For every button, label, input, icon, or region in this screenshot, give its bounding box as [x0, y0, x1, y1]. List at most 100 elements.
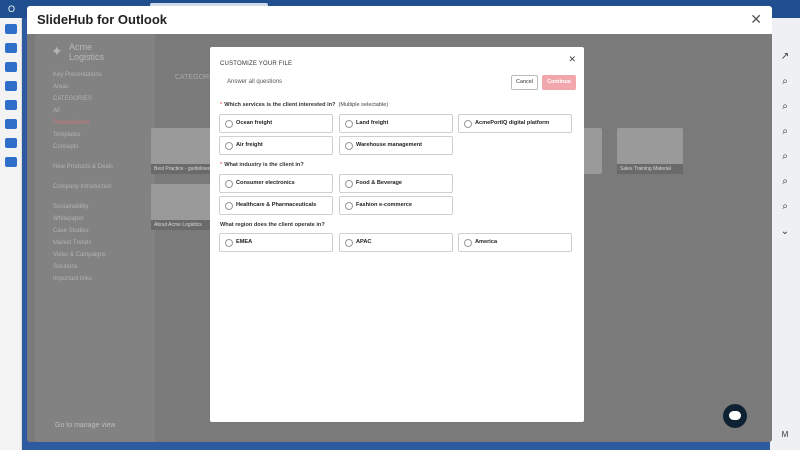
checkbox[interactable] [225, 142, 233, 150]
checkbox[interactable] [464, 120, 472, 128]
bg-card-caption: Best Practice - guidelines [151, 164, 217, 174]
bg-logo: ✦ Acme Logistics [51, 42, 104, 62]
option-america[interactable]: America [458, 233, 572, 252]
option-consumer-electronics[interactable]: Consumer electronics [219, 174, 333, 193]
checkbox[interactable] [345, 142, 353, 150]
option-label: AcmePortIQ digital platform [475, 120, 550, 126]
bg-nav-item: CATEGORIES [53, 96, 92, 102]
question-services: * Which services is the client interested… [220, 102, 388, 108]
search-icon[interactable]: ⌕ [774, 123, 796, 141]
radio[interactable] [345, 239, 353, 247]
search-icon[interactable]: ⌕ [774, 173, 796, 191]
option-warehouse-management[interactable]: Warehouse management [339, 136, 453, 155]
option-apac[interactable]: APAC [339, 233, 453, 252]
window-header: SlideHub for Outlook ✕ [27, 6, 772, 34]
option-label: Fashion e-commerce [356, 202, 412, 208]
org-icon[interactable] [5, 119, 17, 129]
search-icon[interactable]: ⌕ [774, 98, 796, 116]
bg-sidebar: ✦ Acme Logistics Key Presentations Areas… [35, 34, 155, 442]
bg-manage-view-link: Go to manage view [55, 422, 116, 429]
option-label: Consumer electronics [236, 180, 295, 186]
bg-nav-item: Concepts [53, 144, 79, 150]
files-icon[interactable] [5, 100, 17, 110]
bg-nav-item: All [53, 108, 60, 114]
bg-card: Sales Training Material [617, 128, 683, 174]
bg-nav-item: Sustainability [53, 204, 89, 210]
option-label: Food & Beverage [356, 180, 403, 186]
bg-nav-item: Whitepaper [53, 216, 84, 222]
radio[interactable] [464, 239, 472, 247]
bg-nav-item: Market Trends [53, 240, 92, 246]
option-land-freight[interactable]: Land freight [339, 114, 453, 133]
bg-card-caption: Sales Training Material [617, 164, 683, 174]
expand-icon[interactable]: ↗ [774, 48, 796, 66]
option-label: Ocean freight [236, 120, 273, 126]
chevron-down-icon[interactable]: ⌄ [774, 223, 796, 241]
logo-icon: ✦ [51, 43, 63, 59]
option-ocean-freight[interactable]: Ocean freight [219, 114, 333, 133]
option-label: Land freight [356, 120, 389, 126]
continue-button[interactable]: Continue [542, 75, 576, 90]
search-icon[interactable]: ⌕ [774, 198, 796, 216]
teams-icon[interactable] [5, 138, 17, 148]
option-fashion-ecommerce[interactable]: Fashion e-commerce [339, 196, 453, 215]
option-label: Air freight [236, 142, 263, 148]
bg-nav-item: Case Studies [53, 228, 89, 234]
option-emea[interactable]: EMEA [219, 233, 333, 252]
outlook-right-rail: ↗ ⌕ ⌕ ⌕ ⌕ ⌕ ⌕ ⌄ M [770, 18, 800, 450]
customize-file-modal: CUSTOMIZE YOUR FILE ✕ Answer all questio… [210, 47, 584, 422]
radio[interactable] [345, 202, 353, 210]
bg-nav-item: Key Presentations [53, 72, 102, 78]
people-icon[interactable] [5, 62, 17, 72]
bg-nav-item: Important links [53, 276, 93, 282]
bg-card: Best Practice - guidelines [151, 128, 217, 174]
close-icon[interactable]: ✕ [568, 54, 576, 65]
option-label: APAC [356, 239, 372, 245]
bg-card: About Acme Logistics [151, 184, 217, 230]
radio[interactable] [225, 202, 233, 210]
outlook-app-letter: O [8, 4, 16, 14]
option-healthcare-pharma[interactable]: Healthcare & Pharmaceuticals [219, 196, 333, 215]
bg-nav-item: Video & Campaigns [53, 252, 106, 258]
cancel-button[interactable]: Cancel [511, 75, 538, 90]
option-acmeportiq[interactable]: AcmePortIQ digital platform [458, 114, 572, 133]
apps-icon[interactable] [5, 157, 17, 167]
bg-card [582, 128, 602, 174]
required-asterisk: * [220, 162, 223, 168]
question-text: What industry is the client in? [224, 162, 304, 168]
option-food-beverage[interactable]: Food & Beverage [339, 174, 453, 193]
bg-nav-item: New Products & Deals [53, 164, 114, 170]
mail-icon[interactable] [5, 24, 17, 34]
radio[interactable] [225, 180, 233, 188]
checkbox[interactable] [345, 120, 353, 128]
checkbox[interactable] [225, 120, 233, 128]
question-text: What region does the client operate in? [220, 222, 325, 228]
bg-nav-item: Solutions [53, 264, 78, 270]
option-label: EMEA [236, 239, 253, 245]
radio[interactable] [345, 180, 353, 188]
calendar-icon[interactable] [5, 43, 17, 53]
question-note: (Multiple selectable) [338, 102, 389, 108]
chat-icon[interactable] [723, 404, 747, 428]
required-asterisk: * [220, 102, 223, 108]
outlook-left-rail [0, 18, 22, 450]
avatar[interactable]: M [774, 426, 796, 444]
option-label: America [475, 239, 498, 245]
close-icon[interactable]: ✕ [750, 11, 762, 28]
search-icon[interactable]: ⌕ [774, 148, 796, 166]
search-icon[interactable]: ⌕ [774, 73, 796, 91]
radio[interactable] [225, 239, 233, 247]
window-title: SlideHub for Outlook [37, 12, 167, 27]
bg-nav-item: Company Introduction [53, 184, 112, 190]
bg-nav-item: Areas [53, 84, 69, 90]
bg-nav-item: Templates [53, 132, 81, 138]
option-label: Healthcare & Pharmaceuticals [236, 202, 317, 208]
question-region: What region does the client operate in? [220, 222, 325, 228]
bg-nav-item: Presentations [53, 120, 90, 126]
tasks-icon[interactable] [5, 81, 17, 91]
question-text: Which services is the client interested … [224, 102, 336, 108]
option-label: Warehouse management [356, 142, 423, 148]
option-air-freight[interactable]: Air freight [219, 136, 333, 155]
question-industry: * What industry is the client in? [220, 162, 304, 168]
bg-card-caption: About Acme Logistics [151, 220, 217, 230]
